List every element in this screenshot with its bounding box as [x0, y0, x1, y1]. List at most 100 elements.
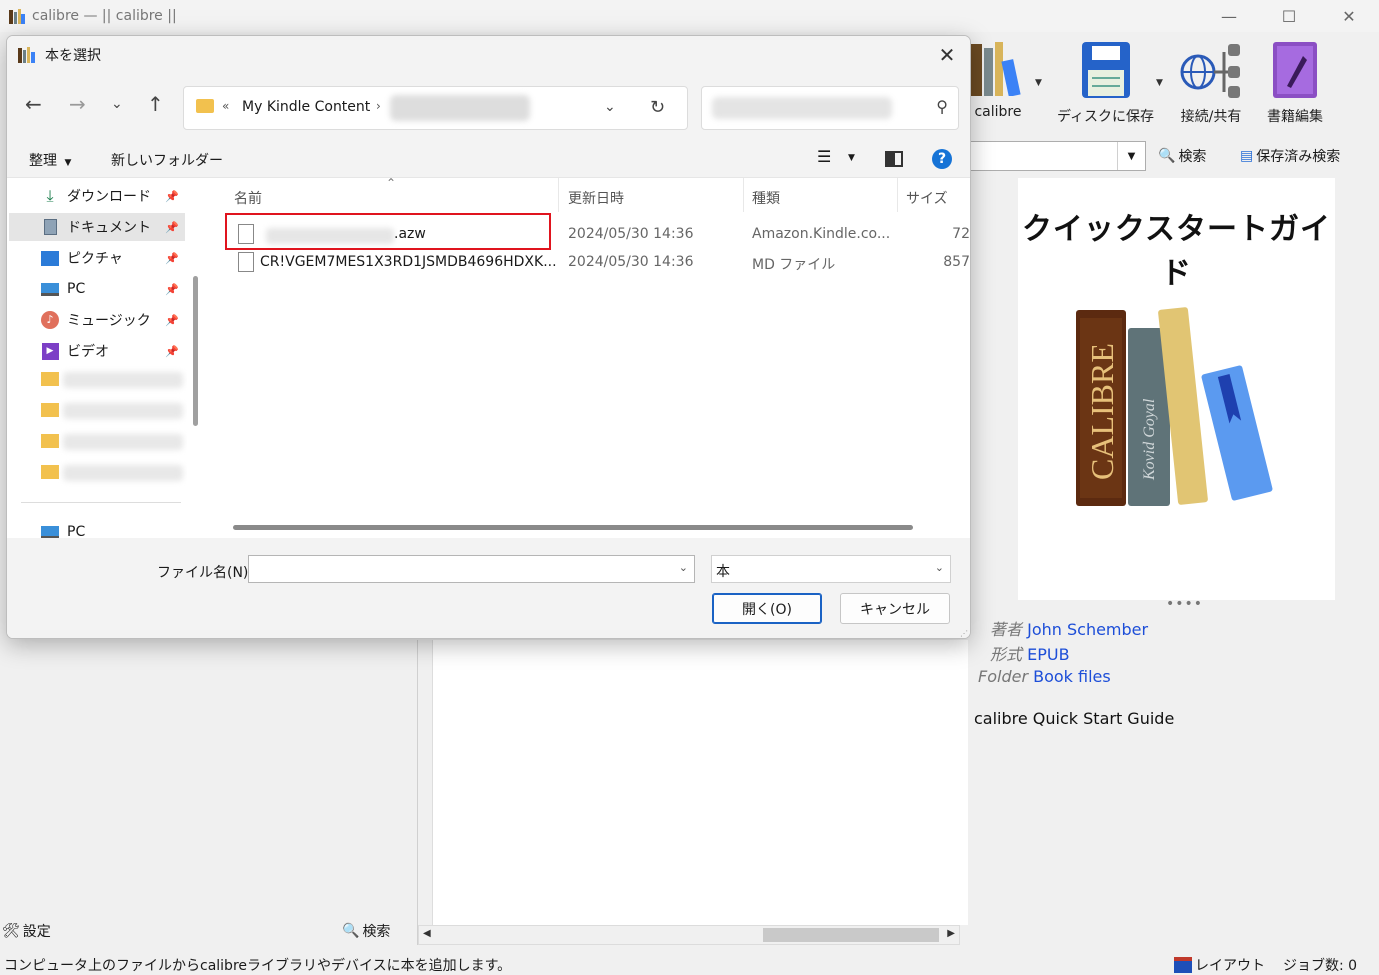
toolbar-save-to-disk[interactable]: ディスクに保存	[1057, 40, 1154, 126]
view-options-chevron-icon[interactable]: ▼	[848, 153, 855, 163]
nav-folder-redacted[interactable]	[63, 434, 183, 450]
search-icon: 🔍	[342, 923, 360, 939]
layout-label: レイアウト	[1195, 958, 1265, 974]
breadcrumb-my-kindle-content[interactable]: My Kindle Content	[242, 99, 370, 115]
author-link[interactable]: John Schember	[1027, 620, 1148, 639]
breadcrumb-overflow[interactable]: «	[222, 99, 229, 113]
column-header-type[interactable]: 種類	[752, 188, 780, 208]
format-link[interactable]: EPUB	[1027, 645, 1069, 664]
scroll-thumb[interactable]	[763, 928, 939, 942]
view-list-icon[interactable]: ☰	[817, 147, 831, 166]
meta-folder-key: Folder	[978, 667, 1029, 686]
video-icon: ▶	[39, 342, 61, 360]
preview-pane-icon[interactable]	[885, 151, 903, 167]
jobs-count[interactable]: ジョブ数: 0	[1283, 955, 1357, 975]
new-folder-button[interactable]: 新しいフォルダー	[111, 150, 223, 170]
cover-spine-text: CALIBRE	[1084, 343, 1120, 480]
nav-item-downloads[interactable]: ⤓ ダウンロード 📌	[9, 182, 185, 210]
download-icon: ⤓	[46, 186, 54, 205]
folder-icon[interactable]	[41, 434, 59, 448]
address-dropdown-chevron-icon[interactable]: ⌄	[604, 99, 616, 115]
organize-label: 整理	[29, 153, 57, 169]
help-button[interactable]: ?	[932, 149, 952, 169]
refresh-icon[interactable]: ↻	[650, 97, 665, 118]
toolbar-label: 接続/共有	[1180, 109, 1242, 125]
dialog-command-bar: 整理 ▼ 新しいフォルダー ☰ ▼ ?	[7, 138, 970, 178]
column-header-size[interactable]: サイズ	[906, 188, 948, 208]
chevron-down-icon[interactable]: ▼	[1035, 78, 1042, 88]
toolbar-connect-share[interactable]: 接続/共有	[1178, 40, 1244, 126]
folder-link[interactable]: Book files	[1033, 667, 1111, 686]
maximize-button[interactable]: ☐	[1259, 0, 1319, 32]
dialog-close-button[interactable]: ✕	[934, 42, 960, 68]
chevron-down-icon[interactable]: ▼	[1117, 142, 1145, 170]
back-arrow-icon[interactable]: ←	[25, 92, 42, 116]
layout-button[interactable]: レイアウト	[1174, 955, 1265, 975]
cancel-button[interactable]: キャンセル	[840, 593, 950, 624]
column-header-modified[interactable]: 更新日時	[568, 188, 624, 208]
minimize-button[interactable]: —	[1199, 0, 1259, 32]
filename-input[interactable]: ⌄	[248, 555, 695, 583]
toolbar-edit-book[interactable]: 書籍編集	[1267, 40, 1323, 126]
meta-author: 著者 John Schember	[990, 616, 1148, 640]
column-header-name[interactable]: 名前	[234, 188, 262, 208]
book-cover[interactable]: クイックスタートガイド CALIBRE Kovid Goyal	[1018, 178, 1335, 600]
book-list-pane[interactable]	[432, 640, 968, 925]
toolbar-calibre-library[interactable]: calibre	[970, 40, 1026, 120]
nav-folder-redacted[interactable]	[63, 465, 183, 481]
search-button[interactable]: 🔍 検索	[1158, 146, 1206, 166]
file-row[interactable]: CR!VGEM7MES1X3RD1JSMDB4696HDXK... 2024/0…	[234, 250, 970, 278]
organize-menu[interactable]: 整理 ▼	[29, 150, 71, 170]
chevron-down-icon[interactable]: ▼	[1156, 78, 1163, 88]
file-list-hscrollbar[interactable]	[233, 525, 913, 530]
folder-icon[interactable]	[41, 403, 59, 417]
breadcrumb-redacted[interactable]	[390, 95, 530, 121]
book-list-hscrollbar[interactable]: ◀ ▶	[418, 925, 960, 945]
scroll-left-arrow-icon[interactable]: ◀	[423, 928, 431, 939]
nav-item-pictures[interactable]: ピクチャ 📌	[9, 244, 185, 272]
filetype-value: 本	[716, 564, 730, 580]
chevron-down-icon[interactable]: ⌄	[679, 561, 688, 574]
nav-item-documents[interactable]: ドキュメント 📌	[9, 213, 185, 241]
close-window-button[interactable]: ✕	[1319, 0, 1379, 32]
breadcrumb-separator[interactable]: ›	[376, 99, 381, 113]
folder-icon[interactable]	[41, 372, 59, 386]
nav-pane-scrollbar[interactable]	[193, 276, 198, 426]
nav-folder-redacted[interactable]	[63, 403, 183, 419]
column-divider[interactable]	[897, 178, 898, 212]
dialog-search-input[interactable]: ⚲	[701, 86, 959, 130]
book-description: calibre Quick Start Guide	[974, 709, 1175, 728]
recent-locations-chevron-icon[interactable]: ⌄	[111, 96, 123, 112]
open-button[interactable]: 開く(O)	[712, 593, 822, 624]
nav-item-label: PC	[67, 524, 86, 538]
nav-item-video[interactable]: ▶ ビデオ 📌	[9, 337, 185, 365]
up-arrow-icon[interactable]: ↑	[147, 92, 164, 116]
search-icon: ⚲	[936, 97, 948, 116]
folder-icon[interactable]	[41, 465, 59, 479]
splitter-handle[interactable]: ••••	[1166, 596, 1203, 612]
nav-item-pc-bottom[interactable]: PC	[9, 518, 185, 538]
nav-item-pc[interactable]: PC 📌	[9, 275, 185, 303]
column-divider[interactable]	[743, 178, 744, 212]
settings-button[interactable]: 🛠 設定	[2, 921, 51, 941]
address-bar[interactable]: « My Kindle Content › ⌄ ↻	[183, 86, 688, 130]
resize-grip-icon[interactable]: ⋰	[960, 629, 968, 638]
tag-search-button[interactable]: 🔍 検索	[342, 921, 390, 941]
dialog-navigation-row: ← → ⌄ ↑ « My Kindle Content › ⌄ ↻ ⚲	[7, 74, 970, 138]
column-divider[interactable]	[558, 178, 559, 212]
meta-folder: Folder Book files	[978, 667, 1111, 686]
saved-search-button[interactable]: ▤ 保存済み検索	[1240, 146, 1340, 166]
music-icon: ♪	[39, 311, 61, 329]
nav-folder-redacted[interactable]	[63, 372, 183, 388]
scroll-right-arrow-icon[interactable]: ▶	[947, 928, 955, 939]
save-disk-icon	[1081, 42, 1130, 98]
tools-icon: 🛠	[2, 923, 20, 939]
nav-item-music[interactable]: ♪ ミュージック 📌	[9, 306, 185, 334]
pin-icon: 📌	[165, 251, 179, 265]
documents-icon	[39, 219, 61, 235]
forward-arrow-icon[interactable]: →	[69, 92, 86, 116]
filetype-select[interactable]: 本 ⌄	[711, 555, 951, 583]
file-type: Amazon.Kindle.co...	[752, 226, 891, 242]
library-search-combo[interactable]: ▼	[970, 141, 1146, 171]
statusbar: コンピュータ上のファイルからcalibreライブラリやデバイスに本を追加します。…	[0, 953, 1379, 975]
